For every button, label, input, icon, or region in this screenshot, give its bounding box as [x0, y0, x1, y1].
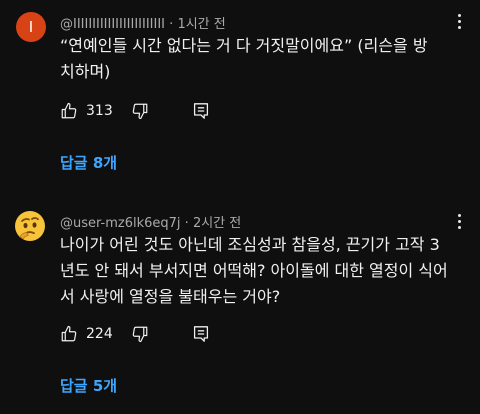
comment-2: @user-mz6lk6eq7j · 2시간 전 나이가 어린 것도 아닌데 조… [0, 200, 480, 414]
reply-button[interactable] [193, 325, 209, 343]
comment-text-line: 서 사랑에 열정을 불태우는 거야? [60, 287, 281, 306]
view-replies-button[interactable]: 답글 8개 [60, 152, 117, 173]
more-actions-icon[interactable] [452, 10, 466, 32]
comment-text-line: 나이가 어린 것도 아닌데 조심성과 참을성, 끈기가 고작 3 [60, 235, 440, 254]
dislike-button[interactable] [131, 102, 149, 120]
user-avatar[interactable]: I [16, 12, 46, 42]
comment-1: I @IIIIIIIIIIIIIIIIIIIIIIII · 1시간 전 “연예인… [0, 0, 480, 190]
reply-comment-icon [193, 326, 208, 342]
comment-text-line: 년도 안 돼서 부서지면 어떡해? 아이돌에 대한 열정이 식어 [60, 261, 448, 280]
thumb-up-icon [61, 102, 77, 119]
view-replies-button[interactable]: 답글 5개 [60, 375, 117, 396]
comment-actions: 313 [60, 99, 209, 123]
reply-comment-icon [193, 103, 208, 119]
username[interactable]: @IIIIIIIIIIIIIIIIIIIIIIII [60, 17, 165, 32]
comment-meta: @IIIIIIIIIIIIIIIIIIIIIIII · 1시간 전 [60, 13, 226, 32]
comment-text-line: “연예인들 시간 없다는 거 다 거짓말이에요” (리슨을 방 [60, 36, 428, 55]
more-actions-icon[interactable] [452, 210, 466, 232]
comment-actions: 224 [60, 322, 209, 346]
comment-text-line: 치하며) [60, 62, 111, 81]
like-button[interactable]: 313 [60, 102, 113, 120]
meta-separator: · [169, 17, 174, 32]
comment-time[interactable]: 2시간 전 [193, 216, 241, 231]
dislike-button[interactable] [131, 325, 149, 343]
comment-time[interactable]: 1시간 전 [177, 17, 225, 32]
comment-text: 나이가 어린 것도 아닌데 조심성과 참을성, 끈기가 고작 3 년도 안 돼서… [60, 232, 452, 310]
like-count: 224 [86, 326, 113, 342]
meta-separator: · [184, 216, 189, 231]
like-button[interactable]: 224 [60, 325, 113, 343]
thinking-face-icon[interactable] [14, 210, 46, 242]
comment-meta: @user-mz6lk6eq7j · 2시간 전 [60, 212, 241, 231]
thumb-down-icon [132, 103, 148, 120]
comment-text: “연예인들 시간 없다는 거 다 거짓말이에요” (리슨을 방 치하며) [60, 33, 452, 85]
thumb-up-icon [61, 325, 77, 342]
reply-button[interactable] [193, 102, 209, 120]
username[interactable]: @user-mz6lk6eq7j [60, 216, 181, 231]
thumb-down-icon [132, 326, 148, 343]
like-count: 313 [86, 103, 113, 119]
